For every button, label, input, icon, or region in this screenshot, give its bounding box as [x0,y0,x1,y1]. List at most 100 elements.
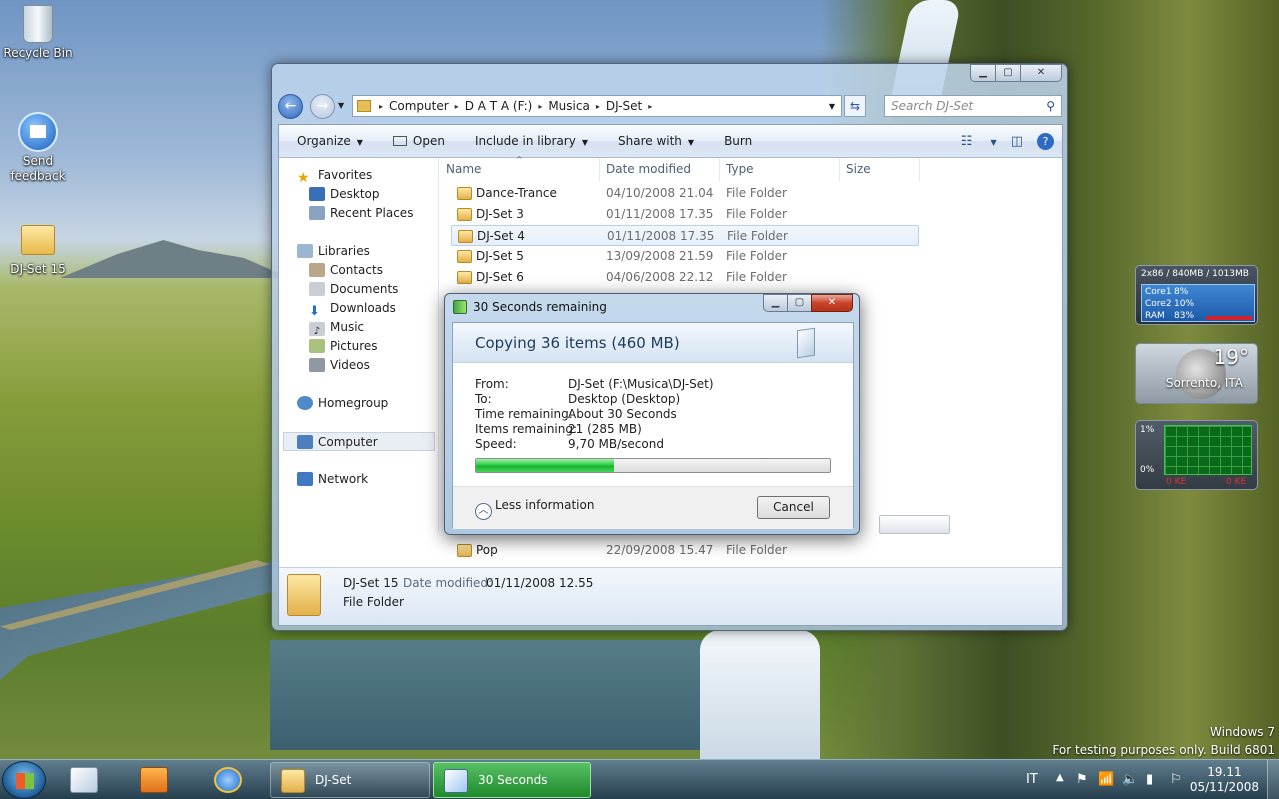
breadcrumb-dj-set[interactable]: DJ-Set [606,99,642,113]
column-header-name[interactable]: Name ^ [440,155,600,181]
nav-homegroup[interactable]: Homegroup [297,394,388,413]
chevron-down-icon[interactable]: ▼ [829,102,835,111]
folder-icon [457,271,472,284]
language-indicator[interactable]: IT [1026,772,1038,787]
file-row[interactable]: DJ-Set 5 13/09/2008 21.59 File Folder [451,246,919,267]
desktop-icon-recycle-bin[interactable]: Recycle Bin [0,4,76,61]
file-row-selected[interactable]: DJ-Set 4 01/11/2008 17.35 File Folder [451,225,919,246]
battery-icon[interactable]: ▮ [1146,772,1153,787]
search-input[interactable]: Search DJ-Set ⚲ [884,95,1062,117]
tray-expand-icon[interactable]: ▲ [1056,772,1064,783]
network-graph [1164,425,1252,475]
include-in-library-button[interactable]: Include in library ▼ [475,134,588,148]
recycle-bin-icon [18,4,58,44]
column-header-date[interactable]: Date modified [600,158,720,181]
desktop-icon-dj-set-15[interactable]: DJ-Set 15 [0,220,76,277]
search-icon[interactable]: ⚲ [1046,96,1055,116]
breadcrumb-drive[interactable]: D A T A (F:) [465,99,533,113]
task-copy-progress[interactable]: 30 Seconds remai... [433,762,591,798]
libraries-icon [297,244,313,258]
cancel-button[interactable]: Cancel [757,496,830,519]
chevron-right-icon[interactable]: ▸ [596,102,600,111]
nav-computer[interactable]: Computer [283,432,435,451]
nav-contacts[interactable]: Contacts [309,261,383,280]
mail-icon [70,767,98,793]
action-center-icon[interactable]: ⚑ [1076,772,1088,787]
address-bar[interactable]: ▸ Computer ▸ D A T A (F:) ▸ Musica ▸ DJ-… [352,95,842,117]
breadcrumb-musica[interactable]: Musica [548,99,590,113]
nav-documents[interactable]: Documents [309,280,398,299]
desktop-icon-send-feedback[interactable]: Send feedback [0,112,76,184]
chevron-right-icon[interactable]: ▸ [648,102,652,111]
file-row[interactable]: Pop 22/09/2008 15.47 File Folder [451,540,919,561]
minimize-button[interactable]: ▁ [763,294,788,312]
folder-icon [357,100,371,112]
breadcrumb-computer[interactable]: Computer [389,99,449,113]
nav-downloads[interactable]: ⬇ Downloads [309,299,396,319]
column-header-type[interactable]: Type [720,158,840,181]
folder-icon [281,769,305,793]
chevron-right-icon[interactable]: ▸ [538,102,542,111]
help-icon[interactable]: ? [1037,132,1054,150]
close-button[interactable]: ✕ [1020,64,1062,82]
file-row[interactable]: Dance-Trance 04/10/2008 21.04 File Folder [451,183,919,204]
network-signal-icon[interactable]: 📶 [1098,772,1114,787]
less-information-toggle[interactable]: ︿ Less information [475,498,594,520]
copy-progress-dialog[interactable]: 30 Seconds remaining ▁ ▢ ✕ Copying 36 it… [444,293,860,535]
open-button[interactable]: Open [392,134,445,148]
network-meter-gadget[interactable]: 1% 0% 0 KE 0 KE [1135,420,1258,490]
nav-network[interactable]: Network [297,470,368,489]
pinned-media-player[interactable] [132,760,176,799]
folder-icon [287,574,321,616]
file-row[interactable]: DJ-Set 3 01/11/2008 17.35 File Folder [451,204,919,225]
items-remaining-label: Items remaining: [475,422,578,436]
recent-pages-dropdown[interactable]: ▼ [338,101,344,110]
show-desktop-button[interactable] [1267,760,1279,799]
to-label: To: [475,392,492,406]
file-row[interactable]: DJ-Set 6 04/06/2008 22.12 File Folder [451,267,919,288]
downloads-icon: ⬇ [309,304,320,319]
nav-desktop[interactable]: Desktop [309,185,380,204]
folder-icon [457,187,472,200]
nav-pictures[interactable]: Pictures [309,337,378,356]
clock-date: 05/11/2008 [1189,780,1259,794]
folder-icon [458,230,473,243]
to-value[interactable]: Desktop (Desktop) [568,392,680,406]
clock[interactable]: 19.11 05/11/2008 [1190,765,1259,795]
build-watermark-title: Windows 7 [1209,725,1275,739]
nav-recent-places[interactable]: Recent Places [309,204,413,223]
forward-button[interactable]: → [310,94,335,119]
column-header-size[interactable]: Size [840,158,920,181]
weather-gadget[interactable]: 19° Sorrento, ITA [1135,343,1258,404]
view-options-icon[interactable]: ☷ ▼ [961,134,997,149]
close-button[interactable]: ✕ [811,294,853,312]
nav-videos[interactable]: Videos [309,356,370,375]
burn-button[interactable]: Burn [724,134,752,148]
nav-favorites[interactable]: ★ Favorites [297,166,372,186]
back-button[interactable]: ← [278,94,303,119]
chevron-right-icon[interactable]: ▸ [455,102,459,111]
nav-libraries[interactable]: Libraries [297,242,370,261]
volume-icon[interactable]: 🔈 [1122,772,1138,787]
minimize-button[interactable]: ▁ [970,64,996,82]
copy-progress-bar [475,458,831,473]
preview-pane-icon[interactable]: ◫ [1011,134,1023,149]
pinned-internet-explorer[interactable] [206,760,250,799]
organize-button[interactable]: Organize ▼ [297,134,363,148]
desktop-icon-label: Send feedback [10,154,66,183]
maximize-button[interactable]: ▢ [787,294,812,312]
from-value[interactable]: DJ-Set (F:\Musica\DJ-Set) [568,377,714,391]
refresh-button[interactable]: ⇆ [844,95,866,117]
cpu-meter-gadget[interactable]: 2x86 / 840MB / 1013MB Core1 8% Core2 10%… [1135,265,1258,325]
start-button[interactable] [2,761,46,799]
maximize-button[interactable]: ▢ [995,64,1021,82]
cpu-meter-panel: Core1 8% Core2 10% RAM 83% [1141,284,1255,322]
nav-music[interactable]: ♪ Music [309,318,364,337]
chevron-right-icon[interactable]: ▸ [379,102,383,111]
media-player-icon [140,767,168,793]
share-with-button[interactable]: Share with ▼ [618,134,694,148]
flag-icon[interactable]: ⚐ [1170,772,1182,787]
task-explorer-dj-set[interactable]: DJ-Set [270,762,430,798]
folder-icon [457,250,472,263]
pinned-mail[interactable] [62,760,106,799]
